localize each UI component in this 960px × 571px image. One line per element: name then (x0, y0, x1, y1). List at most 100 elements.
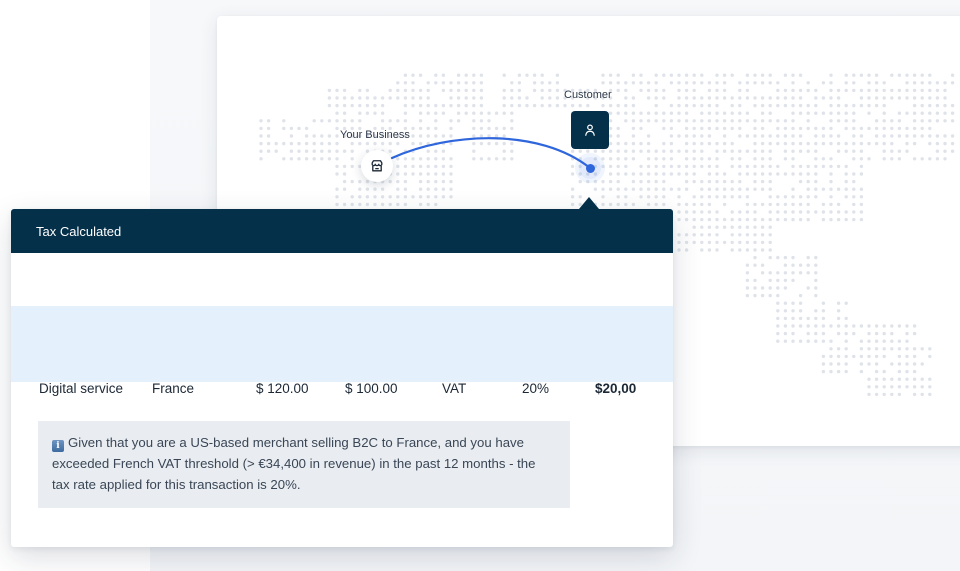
map-dot (707, 126, 712, 131)
map-dot (692, 81, 696, 85)
map-dot (692, 233, 696, 237)
map-dot (768, 157, 772, 161)
destination-node[interactable] (571, 111, 609, 149)
map-dot (783, 217, 788, 222)
map-dot (768, 103, 772, 108)
map-dot (730, 119, 734, 123)
map-dot (472, 119, 476, 123)
map-dot (776, 331, 780, 336)
map-dot (928, 385, 932, 389)
map-dot (669, 103, 674, 108)
map-dot (722, 217, 727, 222)
map-dot (388, 88, 392, 93)
map-dot (859, 172, 864, 176)
map-dot (631, 157, 636, 161)
map-dot (494, 111, 499, 115)
map-dot (684, 179, 689, 184)
map-dot (776, 164, 780, 169)
map-dot (760, 179, 765, 184)
map-dot (403, 81, 408, 85)
map-dot (532, 73, 537, 77)
map-dot (730, 157, 734, 161)
map-dot (905, 111, 909, 115)
map-dot (783, 309, 788, 313)
map-dot (783, 210, 788, 214)
map-dot (768, 81, 772, 85)
map-dot (396, 157, 400, 161)
map-dot (920, 96, 924, 100)
map-dot (441, 164, 446, 169)
map-dot (829, 179, 833, 184)
map-dot (464, 96, 468, 100)
map-dot (684, 103, 689, 108)
map-dot (874, 96, 879, 100)
map-dot (844, 126, 848, 131)
map-dot (510, 111, 514, 115)
origin-node[interactable] (361, 150, 393, 182)
map-dot (441, 195, 446, 199)
map-dot (608, 73, 613, 77)
map-dot (274, 149, 278, 153)
map-dot (350, 179, 354, 184)
map-dot (479, 134, 484, 138)
map-dot (654, 157, 658, 161)
map-dot (798, 217, 803, 222)
map-dot (882, 385, 886, 389)
map-dot (897, 149, 902, 153)
map-dot (396, 119, 400, 123)
map-dot (905, 149, 909, 153)
map-dot (350, 96, 354, 100)
map-dot (631, 134, 636, 138)
map-dot (776, 210, 780, 214)
map-dot (874, 81, 879, 85)
map-dot (388, 141, 392, 146)
map-dot (403, 195, 408, 199)
map-dot (745, 202, 750, 207)
map-dot (570, 172, 575, 176)
map-dot (791, 134, 795, 138)
map-dot (373, 103, 377, 108)
map-dot (852, 195, 856, 199)
map-dot (791, 316, 795, 321)
map-dot (540, 96, 544, 100)
map-dot (342, 149, 347, 153)
map-dot (418, 164, 423, 169)
map-dot (434, 134, 438, 138)
map-dot (403, 96, 408, 100)
map-dot (418, 111, 423, 115)
map-dot (479, 126, 484, 131)
map-dot (639, 73, 643, 77)
map-dot (662, 96, 666, 100)
map-dot (312, 119, 316, 123)
table-row (11, 306, 673, 382)
map-dot (867, 111, 871, 115)
map-dot (472, 126, 476, 131)
map-dot (510, 149, 514, 153)
map-dot (791, 217, 795, 222)
map-dot (654, 73, 658, 77)
map-dot (912, 362, 917, 366)
map-dot (624, 103, 628, 108)
map-dot (783, 126, 788, 131)
map-dot (745, 81, 750, 85)
map-dot (677, 103, 681, 108)
map-dot (950, 103, 955, 108)
map-dot (312, 157, 316, 161)
map-dot (943, 81, 947, 85)
map-dot (912, 96, 917, 100)
map-dot (487, 126, 491, 131)
map-dot (890, 149, 894, 153)
map-dot (639, 187, 643, 191)
map-dot (684, 172, 689, 176)
map-dot (373, 111, 377, 115)
map-dot (783, 157, 788, 161)
map-dot (730, 195, 734, 199)
map-dot (456, 88, 461, 93)
map-dot (700, 126, 704, 131)
map-dot (722, 141, 727, 146)
map-dot (692, 172, 696, 176)
map-dot (760, 73, 765, 77)
map-dot (950, 141, 955, 146)
map-dot (289, 149, 294, 153)
map-dot (570, 187, 575, 191)
